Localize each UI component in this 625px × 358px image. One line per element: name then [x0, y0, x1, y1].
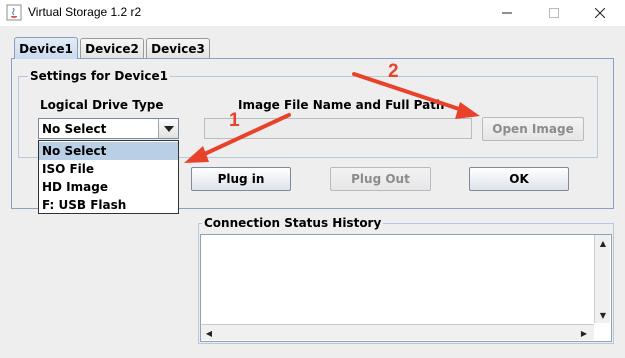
logical-drive-type-label: Logical Drive Type: [40, 98, 164, 112]
minimize-icon: [502, 12, 512, 14]
drive-type-selected: No Select: [42, 122, 107, 136]
dropdown-option-no-select[interactable]: No Select: [39, 142, 178, 160]
dropdown-option-usb-flash[interactable]: F: USB Flash: [39, 196, 178, 214]
combo-arrow-button[interactable]: [158, 119, 178, 138]
ok-button[interactable]: OK: [469, 167, 569, 191]
scroll-right-icon[interactable]: ▶: [577, 326, 591, 340]
plug-in-button[interactable]: Plug in: [191, 167, 291, 191]
settings-group-title: Settings for Device1: [28, 69, 171, 83]
image-path-label: Image File Name and Full Path: [238, 98, 445, 112]
scroll-up-icon[interactable]: ▲: [596, 236, 610, 250]
chevron-down-icon: [163, 125, 174, 132]
close-button[interactable]: [577, 0, 623, 26]
vertical-scrollbar[interactable]: ▲ ▼: [594, 235, 610, 323]
scroll-down-icon[interactable]: ▼: [596, 308, 610, 322]
plug-out-button[interactable]: Plug Out: [330, 167, 431, 191]
tab-device2[interactable]: Device2: [80, 38, 144, 58]
maximize-button[interactable]: [531, 0, 577, 26]
title-bar: Virtual Storage 1.2 r2: [0, 0, 625, 26]
annotation-label-2: 2: [388, 61, 399, 82]
tab-device3[interactable]: Device3: [146, 38, 210, 58]
horizontal-scrollbar[interactable]: ◀ ▶: [201, 324, 594, 340]
dropdown-option-iso-file[interactable]: ISO File: [39, 160, 178, 178]
dropdown-option-hd-image[interactable]: HD Image: [39, 178, 178, 196]
image-path-field[interactable]: [204, 118, 472, 139]
maximize-icon: [549, 8, 559, 18]
drive-type-dropdown: No Select ISO File HD Image F: USB Flash: [38, 140, 179, 214]
annotation-label-1: 1: [229, 110, 240, 131]
status-group-title: Connection Status History: [202, 216, 384, 230]
window-title: Virtual Storage 1.2 r2: [28, 5, 142, 19]
tab-device1[interactable]: Device1: [14, 37, 78, 59]
drive-type-combo[interactable]: No Select: [38, 118, 179, 139]
open-image-button[interactable]: Open Image: [482, 117, 584, 141]
scroll-left-icon[interactable]: ◀: [202, 326, 216, 340]
close-icon: [595, 8, 605, 18]
java-cup-icon: [6, 4, 22, 21]
minimize-button[interactable]: [484, 0, 530, 26]
